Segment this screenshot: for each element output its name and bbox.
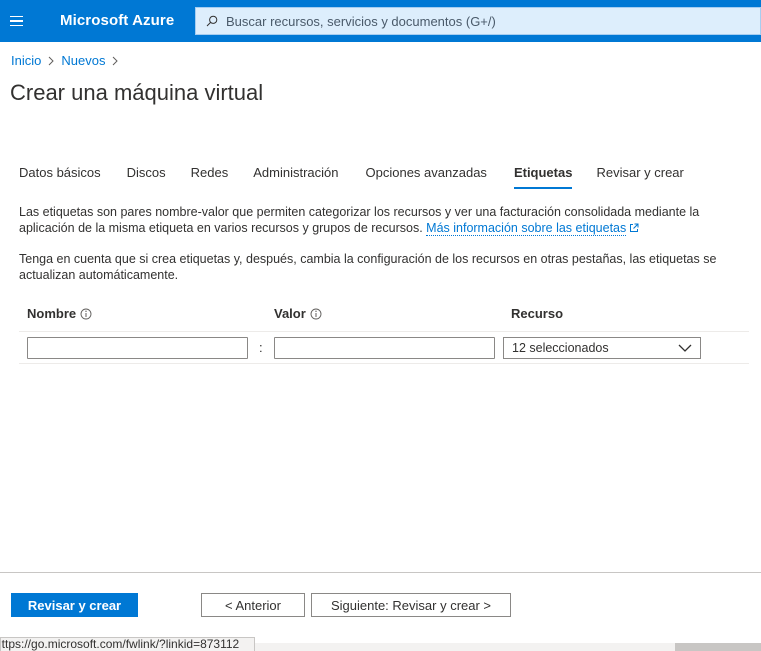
learn-more-link[interactable]: Más información sobre las etiquetas: [426, 221, 627, 236]
previous-button[interactable]: < Anterior: [201, 593, 305, 617]
tab-opciones-avanzadas[interactable]: Opciones avanzadas: [366, 165, 487, 189]
tab-etiquetas[interactable]: Etiquetas: [513, 165, 572, 189]
footer-divider: [0, 572, 761, 573]
column-header-resource: Recurso: [511, 306, 563, 321]
resource-dropdown[interactable]: 12 seleccionados: [503, 337, 701, 359]
tab-datos-basicos[interactable]: Datos básicos: [19, 165, 101, 189]
chevron-right-icon: [49, 56, 55, 65]
hamburger-menu-icon[interactable]: [6, 11, 26, 31]
table-divider: [19, 331, 749, 332]
column-header-resource-label: Recurso: [511, 306, 564, 321]
breadcrumb-inicio[interactable]: Inicio: [11, 53, 41, 68]
tab-administracion[interactable]: Administración: [253, 165, 338, 189]
tag-name-input[interactable]: [27, 337, 248, 359]
search-icon: [206, 15, 218, 27]
tab-redes[interactable]: Redes: [191, 165, 229, 189]
review-create-button[interactable]: Revisar y crear: [11, 593, 138, 617]
horizontal-scrollbar[interactable]: [255, 643, 675, 651]
column-header-name: Nombre: [27, 306, 92, 321]
global-search-box[interactable]: [195, 7, 761, 35]
brand-title[interactable]: Microsoft Azure: [60, 12, 174, 29]
wizard-tabs: Datos básicos Discos Redes Administració…: [19, 165, 684, 189]
column-header-name-label: Nombre: [27, 306, 77, 321]
note-paragraph: Tenga en cuenta que si crea etiquetas y,…: [19, 252, 717, 282]
table-divider: [19, 363, 749, 364]
column-header-value-label: Valor: [274, 306, 306, 321]
info-icon[interactable]: [80, 308, 92, 320]
learn-more-link-text: Más información sobre las etiquetas: [426, 221, 627, 235]
scrollbar-thumb[interactable]: [675, 643, 761, 651]
breadcrumb-nuevos[interactable]: Nuevos: [61, 53, 105, 68]
tab-revisar-y-crear[interactable]: Revisar y crear: [596, 165, 683, 189]
link-status-bar: https://go.microsoft.com/fwlink/?linkid=…: [0, 637, 255, 651]
chevron-down-icon: [678, 344, 692, 352]
info-icon[interactable]: [310, 308, 322, 320]
external-link-icon: [630, 223, 639, 232]
name-value-separator: :: [259, 340, 263, 355]
chevron-right-icon: [113, 56, 119, 65]
intro-paragraph: Las etiquetas son pares nombre-valor que…: [19, 204, 734, 236]
tab-discos[interactable]: Discos: [127, 165, 166, 189]
top-bar: Microsoft Azure: [0, 0, 761, 42]
page-title: Crear una máquina virtual: [10, 80, 264, 105]
next-button[interactable]: Siguiente: Revisar y crear >: [311, 593, 511, 617]
column-header-value: Valor: [274, 306, 322, 321]
tag-value-input[interactable]: [274, 337, 495, 359]
resource-dropdown-value: 12 seleccionados: [512, 341, 609, 355]
search-input[interactable]: [224, 12, 748, 30]
breadcrumb: Inicio Nuevos: [11, 53, 119, 68]
